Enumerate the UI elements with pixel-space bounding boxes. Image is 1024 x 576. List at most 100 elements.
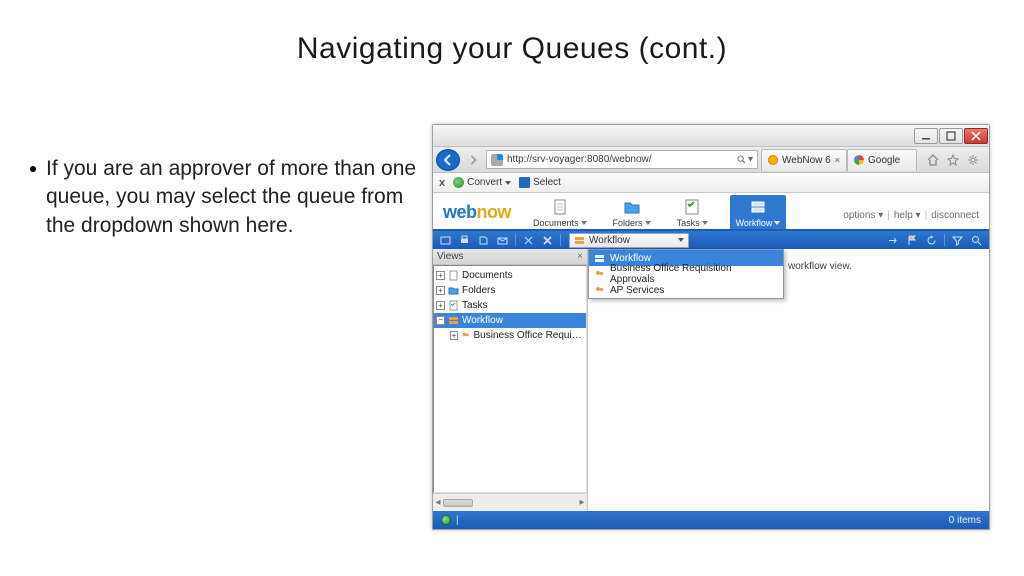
search-icon [737,155,746,164]
expand-icon[interactable]: + [436,301,445,310]
nav-folders[interactable]: Folders [609,195,655,229]
views-scrollbar[interactable]: ◂ ▸ [433,493,587,511]
logo-part-now: now [477,202,512,222]
views-close-icon[interactable]: × [577,251,583,262]
toolbar-close-icon[interactable]: x [439,177,445,189]
workflow-toolbar: Workflow [433,231,989,249]
documents-icon [448,270,459,281]
tasks-icon [682,197,702,217]
minimize-button[interactable] [914,128,938,144]
workflow-queue-menu: Workflow Business Office Requisition App… [588,249,784,299]
queue-option-bora[interactable]: Business Office Requisition Approvals [589,266,783,282]
tool-refresh-icon[interactable] [925,234,938,247]
queue-people-icon [594,285,605,296]
tree-node-bora[interactable]: + Business Office Requisition A [434,328,586,343]
tab-webnow[interactable]: WebNow 6 × [761,149,847,171]
nav-tasks[interactable]: Tasks [673,195,712,229]
main-panel: workflow view. Workflow Business Office … [588,249,989,511]
url-text: http://srv-voyager:8080/webnow/ [507,154,733,165]
nav-label: Folders [613,218,643,228]
tool-route-icon[interactable] [887,234,900,247]
tree-label: Folders [462,285,495,296]
views-title: Views [437,251,464,262]
nav-workflow[interactable]: Workflow [730,195,787,229]
tree-node-tasks[interactable]: + Tasks [434,298,586,313]
bullet-icon [30,166,36,172]
tab-label: WebNow 6 [782,155,831,166]
browser-window: http://srv-voyager:8080/webnow/ ▾ WebNow… [432,124,990,530]
tree-node-folders[interactable]: + Folders [434,283,586,298]
disconnect-link[interactable]: disconnect [931,210,979,221]
tool-export-icon[interactable] [477,234,490,247]
tasks-icon [448,300,459,311]
tab-label: Google [868,155,900,166]
tools-gear-icon[interactable] [966,153,980,167]
chevron-down-icon [581,221,587,225]
tree-node-documents[interactable]: + Documents [434,268,586,283]
tree-node-workflow[interactable]: − Workflow [434,313,586,328]
select-button[interactable]: Select [519,177,561,188]
status-bar: | 0 items [433,511,989,529]
address-bar[interactable]: http://srv-voyager:8080/webnow/ ▾ [486,150,758,169]
scrollbar-thumb[interactable] [443,499,473,507]
window-titlebar [433,125,989,147]
browser-navbar: http://srv-voyager:8080/webnow/ ▾ WebNow… [433,147,989,173]
select-icon [519,177,530,188]
ie-favicon-icon [491,154,503,166]
tool-filter-icon[interactable] [951,234,964,247]
close-button[interactable] [964,128,988,144]
favorites-icon[interactable] [946,153,960,167]
tool-flag-icon[interactable] [906,234,919,247]
convert-button[interactable]: Convert [453,177,511,188]
status-item-count: 0 items [949,515,981,526]
views-panel: Views × + Documents + Folders + [433,249,588,511]
collapse-icon[interactable]: − [436,316,445,325]
nav-documents[interactable]: Documents [529,195,591,229]
tool-open-icon[interactable] [439,234,452,247]
addon-toolbar: x Convert Select [433,173,989,193]
expand-icon[interactable]: + [436,286,445,295]
back-button[interactable] [436,149,460,171]
webnow-favicon-icon [768,155,778,165]
tool-delete-icon[interactable] [541,234,554,247]
tree-label: Documents [462,270,513,281]
logo-part-web: web [443,202,477,222]
chevron-down-icon [774,221,780,225]
google-favicon-icon [854,155,864,165]
forward-button[interactable] [463,150,483,170]
search-affordance[interactable]: ▾ [737,154,753,165]
expand-icon[interactable]: + [436,271,445,280]
tool-cut-icon[interactable] [522,234,535,247]
nav-label: Workflow [736,218,773,228]
home-icon[interactable] [926,153,940,167]
workflow-queue-dropdown[interactable]: Workflow [569,233,689,248]
tab-close-icon[interactable]: × [835,155,840,165]
nav-label: Documents [533,218,579,228]
maximize-button[interactable] [939,128,963,144]
tab-strip: WebNow 6 × Google [761,149,917,171]
header-links: options ▾ | help ▾ | disconnect [843,210,979,229]
chevron-down-icon [678,238,684,242]
tree-label: Tasks [462,300,488,311]
content-area: Views × + Documents + Folders + [433,249,989,511]
tool-search-icon[interactable] [970,234,983,247]
expand-icon[interactable]: + [450,331,458,340]
tab-google[interactable]: Google [847,149,917,171]
workflow-view-hint: workflow view. [788,261,852,272]
chevron-down-icon [505,181,511,185]
chevron-down-icon [702,221,708,225]
queue-option-label: Business Office Requisition Approvals [610,263,778,285]
help-link[interactable]: help ▾ [894,210,921,221]
slide-bullet: If you are an approver of more than one … [30,155,430,240]
tree-label: Business Office Requisition A [474,330,586,341]
options-link[interactable]: options ▾ [843,210,883,221]
workflow-icon [594,253,605,264]
folders-icon [448,285,459,296]
webnow-logo: webnow [443,202,511,229]
tool-email-icon[interactable] [496,234,509,247]
chevron-down-icon [645,221,651,225]
queue-people-icon [461,330,470,341]
bullet-text: If you are an approver of more than one … [46,155,430,240]
tool-print-icon[interactable] [458,234,471,247]
convert-label: Convert [467,177,502,188]
